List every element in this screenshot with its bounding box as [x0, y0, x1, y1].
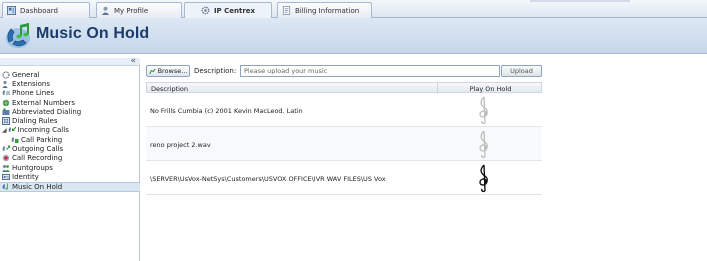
dashboard-icon [7, 6, 16, 15]
upload-toolbar: Browse... Description: Upload [146, 64, 542, 78]
general-icon [2, 71, 10, 79]
sidebar-tree: General Extensions Phone Lines External … [0, 70, 140, 192]
sidebar-collapse-bar: « [0, 56, 140, 66]
sidebar-item-label: General [12, 70, 40, 79]
tab-label: Billing Information [295, 6, 360, 15]
abbreviated-dialing-icon [2, 108, 10, 115]
user-icon [101, 6, 110, 15]
sidebar-item-identity[interactable]: Identity [0, 172, 140, 181]
music-on-hold-icon [2, 183, 8, 190]
sidebar-item-label: Incoming Calls [17, 126, 69, 135]
tab-my-profile[interactable]: My Profile [96, 2, 182, 18]
browse-icon [148, 68, 156, 74]
tab-label: Dashboard [20, 6, 58, 15]
collapse-sidebar-button[interactable]: « [130, 56, 136, 66]
table-row[interactable]: reno project 2.wav [146, 127, 542, 161]
phone-music-icon [6, 23, 30, 48]
treble-clef-icon[interactable] [476, 163, 492, 193]
top-tab-bar: Dashboard My Profile IP Centrex Billing … [0, 0, 707, 18]
tab-label: IP Centrex [213, 6, 256, 15]
sidebar-item-label: Identity [12, 172, 39, 181]
main-panel: Browse... Description: Upload Descriptio… [146, 64, 542, 204]
sidebar-item-label: External Numbers [12, 98, 76, 107]
treble-clef-icon[interactable] [476, 95, 492, 125]
tab-billing-information[interactable]: Billing Information [277, 2, 372, 18]
browse-button-label: Browse... [157, 67, 188, 75]
upload-button[interactable]: Upload [501, 65, 542, 77]
sidebar-item-label: Huntgroups [12, 163, 53, 172]
page-title: Music On Hold [36, 25, 150, 42]
sidebar-item-label: Call Parking [21, 135, 63, 144]
sidebar-item-incoming-calls[interactable]: ◢ Incoming Calls [0, 126, 140, 135]
sidebar-item-label: Phone Lines [12, 89, 55, 98]
sidebar-item-abbreviated-dialing[interactable]: Abbreviated Dialing [0, 107, 140, 116]
table-row[interactable]: No Frills Cumbia (c) 2001 Kevin MacLeod.… [146, 93, 542, 127]
tab-dashboard[interactable]: Dashboard [2, 2, 90, 18]
sidebar-item-phone-lines[interactable]: Phone Lines [0, 89, 140, 98]
sidebar-item-music-on-hold[interactable]: Music On Hold [0, 181, 140, 192]
description-label: Description: [194, 67, 237, 75]
sidebar-item-huntgroups[interactable]: Huntgroups [0, 163, 140, 172]
incoming-calls-icon [8, 127, 16, 133]
sidebar-item-external-numbers[interactable]: External Numbers [0, 98, 140, 107]
sidebar-item-dialing-rules[interactable]: Dialing Rules [0, 116, 140, 126]
sidebar-item-call-recording[interactable]: Call Recording [0, 154, 140, 163]
sidebar-item-label: Abbreviated Dialing [12, 107, 82, 116]
billing-icon [282, 6, 291, 15]
sidebar-item-call-parking[interactable]: Call Parking [0, 135, 140, 144]
decorative-strip [530, 0, 630, 2]
sidebar-item-label: Extensions [12, 79, 51, 88]
description-input[interactable] [240, 65, 500, 77]
dialing-rules-icon [2, 117, 10, 126]
tab-ip-centrex[interactable]: IP Centrex [184, 2, 272, 18]
column-header-description[interactable]: Description [151, 85, 188, 93]
extensions-icon [2, 80, 8, 88]
row-description: reno project 2.wav [150, 141, 211, 149]
phone-lines-icon [2, 90, 10, 96]
app-window: Dashboard My Profile IP Centrex Billing … [0, 0, 707, 261]
music-grid: Description Play On Hold No Frills Cumbi… [146, 82, 542, 195]
huntgroups-icon [2, 164, 10, 172]
sidebar-item-outgoing-calls[interactable]: Outgoing Calls [0, 144, 140, 153]
grid-header: Description Play On Hold [146, 82, 542, 94]
expand-triangle-icon[interactable]: ◢ [2, 127, 7, 134]
table-row[interactable]: \SERVER\UsVox-NetSys\Customers\USVOX OFF… [146, 161, 542, 195]
call-parking-icon [11, 136, 19, 143]
sidebar-item-general[interactable]: General [0, 70, 140, 79]
row-description: No Frills Cumbia (c) 2001 Kevin MacLeod.… [150, 107, 303, 115]
sidebar-item-label: Music On Hold [12, 182, 63, 191]
sidebar: « General Extensions Phone Lines Externa… [0, 56, 140, 261]
page-header: Music On Hold [0, 18, 707, 54]
browse-button[interactable]: Browse... [146, 65, 190, 77]
sidebar-item-label: Call Recording [12, 154, 63, 163]
call-recording-icon [2, 155, 10, 162]
row-description: \SERVER\UsVox-NetSys\Customers\USVOX OFF… [150, 175, 386, 183]
sidebar-item-label: Outgoing Calls [12, 145, 64, 154]
sidebar-item-label: Dialing Rules [12, 117, 58, 126]
tab-label: My Profile [114, 6, 149, 15]
external-numbers-icon [2, 99, 10, 106]
sidebar-item-extensions[interactable]: Extensions [0, 79, 140, 88]
outgoing-calls-icon [2, 145, 10, 152]
identity-icon [2, 173, 10, 180]
treble-clef-icon[interactable] [476, 129, 492, 159]
gear-icon [201, 6, 210, 15]
